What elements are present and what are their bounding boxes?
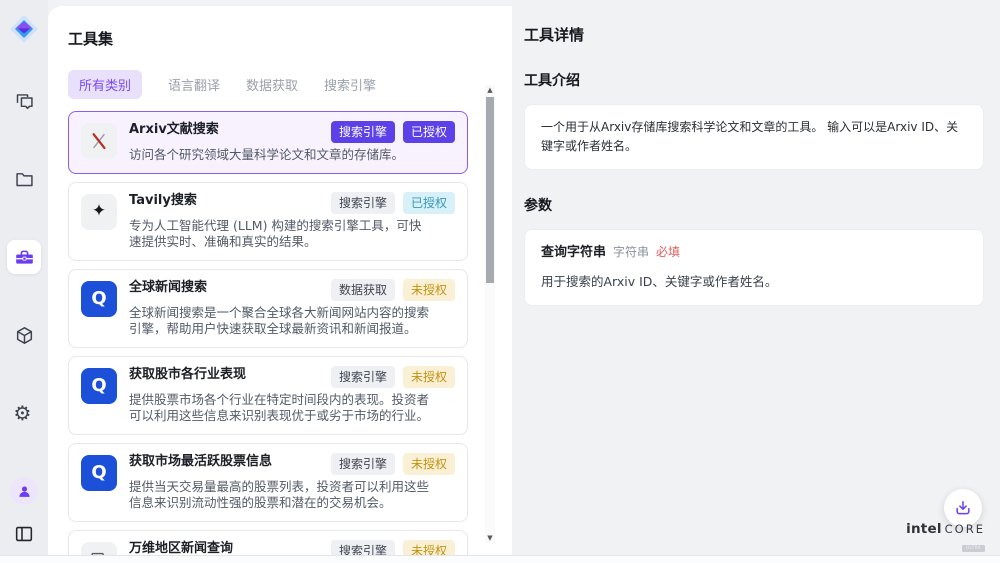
arxiv-icon — [81, 123, 117, 159]
window-bottom-edge — [0, 555, 1000, 563]
sidebar-item-tools[interactable] — [7, 240, 41, 274]
param-required-flag: 必填 — [656, 243, 680, 262]
tool-title: Tavily搜索 — [129, 192, 197, 209]
blue-search-icon: Q — [81, 368, 117, 404]
param-card: 查询字符串 字符串 必填 用于搜索的Arxiv ID、关键字或作者姓名。 — [524, 229, 984, 306]
blue-search-icon: Q — [81, 455, 117, 491]
tool-title: 万维地区新闻查询 — [129, 540, 233, 557]
folder-icon — [14, 169, 35, 190]
status-badge: 未授权 — [403, 453, 455, 475]
core-product-text: core — [945, 524, 985, 536]
download-icon — [953, 498, 973, 518]
tool-detail-panel: 工具详情 工具介绍 一个用于从Arxiv存储库搜索科学论文和文章的工具。 输入可… — [512, 0, 1000, 555]
scroll-up-arrow-icon[interactable]: ▲ — [487, 85, 492, 95]
tool-card[interactable]: Q 获取股市各行业表现 搜索引擎 未授权 提供股票市场各个行业在特定时间段内的表… — [68, 356, 468, 435]
scrollbar-thumb[interactable] — [486, 97, 494, 283]
tool-title: 获取市场最活跃股票信息 — [129, 453, 272, 470]
sidebar-item-settings[interactable]: ⚙ — [7, 396, 41, 430]
param-name: 查询字符串 — [541, 243, 606, 264]
intel-series-badge: ultra — [962, 545, 985, 552]
category-badge: 数据获取 — [331, 279, 395, 301]
sidebar-item-files[interactable] — [7, 162, 41, 196]
intro-heading: 工具介绍 — [524, 70, 984, 90]
gear-icon: ⚙ — [14, 403, 35, 424]
tool-list-panel: 工具集 所有类别语言翻译数据获取搜索引擎 Arxiv文献搜索 搜索引擎 已授权 … — [48, 6, 512, 555]
status-badge: 已授权 — [403, 192, 455, 214]
category-tab[interactable]: 语言翻译 — [168, 70, 220, 99]
panel-toggle-button[interactable] — [13, 523, 35, 545]
intro-text: 一个用于从Arxiv存储库搜索科学论文和文章的工具。 输入可以是Arxiv ID… — [541, 120, 958, 153]
sidebar-item-chat[interactable] — [7, 84, 41, 118]
tool-description: 提供股票市场各个行业在特定时间段内的表现。投资者可以利用这些信息来识别表现优于或… — [129, 392, 431, 425]
tool-description: 专为人工智能代理 (LLM) 构建的搜索引擎工具，可快速提供实时、准确和真实的结… — [129, 218, 431, 251]
toolbox-icon — [14, 247, 35, 268]
category-tab[interactable]: 搜索引擎 — [324, 70, 376, 99]
intel-core-logo: intel core ultra — [906, 523, 985, 553]
tool-description: 提供当天交易量最高的股票列表，投资者可以利用这些信息来识别流动性强的股票和潜在的… — [129, 479, 431, 512]
category-badge: 搜索引擎 — [331, 366, 395, 388]
category-tabs: 所有类别语言翻译数据获取搜索引擎 — [68, 70, 512, 99]
tool-description: 全球新闻搜索是一个聚合全球各大新闻网站内容的搜索引擎，帮助用户快速获取全球最新资… — [129, 305, 431, 338]
scrollbar[interactable]: ▲ ▼ — [485, 85, 495, 543]
tool-card[interactable]: Arxiv文献搜索 搜索引擎 已授权 访问各个研究领域大量科学论文和文章的存储库… — [68, 111, 468, 174]
category-tab[interactable]: 数据获取 — [246, 70, 298, 99]
params-heading: 参数 — [524, 195, 984, 215]
scroll-down-arrow-icon[interactable]: ▼ — [487, 533, 492, 543]
category-tab[interactable]: 所有类别 — [68, 70, 142, 99]
user-avatar[interactable] — [10, 477, 38, 505]
status-badge: 已授权 — [403, 121, 455, 143]
user-avatar-icon — [16, 483, 33, 500]
app-logo-icon — [9, 14, 39, 44]
panel-toggle-icon — [13, 523, 35, 545]
intel-brand-text: intel — [906, 523, 941, 537]
status-badge: 未授权 — [403, 279, 455, 301]
app-sidebar: ⚙ — [0, 0, 48, 555]
page-title: 工具集 — [68, 28, 512, 49]
detail-title: 工具详情 — [524, 24, 984, 45]
tool-card[interactable]: Q 全球新闻搜索 数据获取 未授权 全球新闻搜索是一个聚合全球各大新闻网站内容的… — [68, 269, 468, 348]
category-badge: 搜索引擎 — [331, 453, 395, 475]
tool-title: 全球新闻搜索 — [129, 279, 207, 296]
category-badge: 搜索引擎 — [331, 121, 395, 143]
tool-card[interactable]: Q 获取市场最活跃股票信息 搜索引擎 未授权 提供当天交易量最高的股票列表，投资… — [68, 443, 468, 522]
cube-icon — [14, 325, 35, 346]
sparkle-icon: ✦ — [81, 194, 117, 230]
tool-title: 获取股市各行业表现 — [129, 366, 246, 383]
chat-icon — [14, 91, 35, 112]
param-description: 用于搜索的Arxiv ID、关键字或作者姓名。 — [541, 272, 967, 292]
tool-title: Arxiv文献搜索 — [129, 121, 219, 138]
tool-card-list: Arxiv文献搜索 搜索引擎 已授权 访问各个研究领域大量科学论文和文章的存储库… — [68, 111, 468, 563]
param-type: 字符串 — [613, 243, 649, 262]
category-badge: 搜索引擎 — [331, 192, 395, 214]
tool-card[interactable]: ✦ Tavily搜索 搜索引擎 已授权 专为人工智能代理 (LLM) 构建的搜索… — [68, 182, 468, 261]
sidebar-item-models[interactable] — [7, 318, 41, 352]
intro-card: 一个用于从Arxiv存储库搜索科学论文和文章的工具。 输入可以是Arxiv ID… — [524, 104, 984, 170]
status-badge: 未授权 — [403, 366, 455, 388]
blue-search-icon: Q — [81, 281, 117, 317]
tool-description: 访问各个研究领域大量科学论文和文章的存储库。 — [129, 147, 431, 164]
